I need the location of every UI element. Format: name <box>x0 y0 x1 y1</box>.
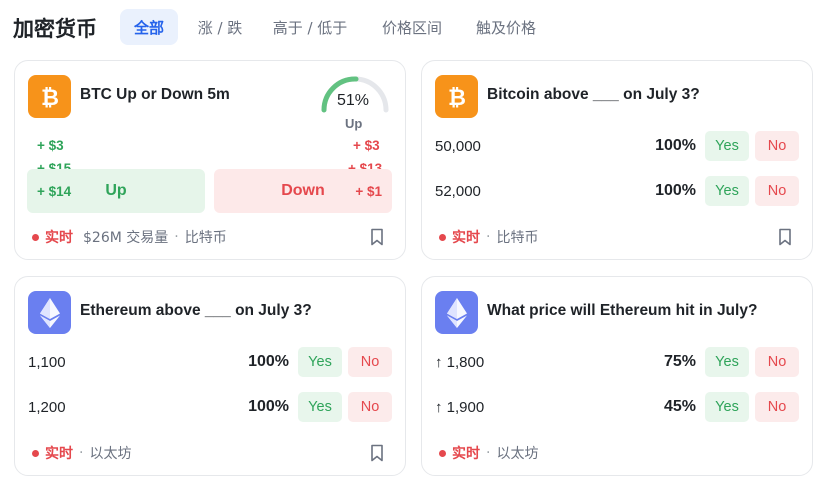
separator-dot: · <box>174 229 179 245</box>
bookmark-icon[interactable] <box>777 228 793 246</box>
card-footer: 实时 · 比特币 <box>439 227 538 247</box>
outcome-label: 52,000 <box>435 183 481 200</box>
live-dot-icon <box>439 233 446 241</box>
bitcoin-icon: ₿ <box>28 75 71 118</box>
down-button-label: Down <box>281 182 325 199</box>
down-ticker: + $3 <box>353 138 380 153</box>
header: 加密货币 全部 涨 / 跌 高于 / 低于 价格区间 触及价格 <box>0 0 825 52</box>
down-ticker: + $1 <box>355 183 382 199</box>
outcome-probability: 100% <box>655 137 696 154</box>
yes-button[interactable]: Yes <box>298 347 342 377</box>
market-title: Ethereum above ___ on July 3? <box>80 302 312 319</box>
bookmark-icon[interactable] <box>369 444 385 462</box>
up-ticker: + $14 <box>37 183 72 199</box>
tab-price-range[interactable]: 价格区间 <box>370 9 454 45</box>
live-dot-icon <box>32 449 39 457</box>
live-indicator: 实时 <box>452 230 480 246</box>
live-dot-icon <box>439 449 446 457</box>
market-title: BTC Up or Down 5m <box>80 86 230 103</box>
market-title: Bitcoin above ___ on July 3? <box>487 86 700 103</box>
category: 以太坊 <box>496 446 539 462</box>
ethereum-icon <box>28 291 71 334</box>
up-button-label: Up <box>105 182 127 199</box>
yes-button[interactable]: Yes <box>705 176 749 206</box>
no-button[interactable]: No <box>755 347 799 377</box>
tab-up-down[interactable]: 涨 / 跌 <box>188 9 252 45</box>
outcome-probability: 100% <box>655 182 696 199</box>
live-dot-icon <box>32 233 39 241</box>
no-button[interactable]: No <box>348 347 392 377</box>
card-footer: 实时 $26M 交易量 · 比特币 <box>32 227 227 247</box>
gauge-label: Up <box>345 116 363 131</box>
outcome-probability: 75% <box>663 353 696 370</box>
page-title: 加密货币 <box>13 17 97 41</box>
outcome-label: ↑ 1,800 <box>435 354 485 371</box>
no-button[interactable]: No <box>755 392 799 422</box>
yes-button[interactable]: Yes <box>705 347 749 377</box>
card-footer: 实时 · 以太坊 <box>32 443 131 463</box>
up-ticker: + $3 <box>37 138 64 153</box>
gauge-percentage: 51% <box>337 92 370 109</box>
category: 比特币 <box>184 230 227 246</box>
market-title: What price will Ethereum hit in July? <box>487 302 758 319</box>
no-button[interactable]: No <box>755 131 799 161</box>
yes-button[interactable]: Yes <box>705 392 749 422</box>
bookmark-icon[interactable] <box>369 228 385 246</box>
outcome-probability: 45% <box>663 398 696 415</box>
svg-text:₿: ₿ <box>448 86 466 110</box>
live-indicator: 实时 <box>45 230 73 246</box>
outcome-probability: 100% <box>248 353 289 370</box>
outcome-label: 1,200 <box>28 399 66 416</box>
no-button[interactable]: No <box>755 176 799 206</box>
bitcoin-icon: ₿ <box>435 75 478 118</box>
market-card-bitcoin-above[interactable]: ₿ Bitcoin above ___ on July 3? 50,000 10… <box>421 60 813 260</box>
no-button[interactable]: No <box>348 392 392 422</box>
card-footer: 实时 · 以太坊 <box>439 443 538 463</box>
market-card-ethereum-price-hit[interactable]: What price will Ethereum hit in July? ↑ … <box>421 276 813 476</box>
yes-button[interactable]: Yes <box>298 392 342 422</box>
buy-down-button[interactable]: Down + $1 <box>214 169 392 213</box>
separator-dot: · <box>486 229 491 245</box>
outcome-label: 50,000 <box>435 138 481 155</box>
market-card-btc-up-down[interactable]: ₿ BTC Up or Down 5m 51% Up + $3 + $15 + … <box>14 60 406 260</box>
tab-all[interactable]: 全部 <box>120 9 178 45</box>
tab-hit-price[interactable]: 触及价格 <box>464 9 548 45</box>
category: 以太坊 <box>89 446 132 462</box>
yes-button[interactable]: Yes <box>705 131 749 161</box>
volume: $26M 交易量 <box>83 230 169 246</box>
outcome-label: 1,100 <box>28 354 66 371</box>
buy-up-button[interactable]: + $14 Up <box>27 169 205 213</box>
outcome-probability: 100% <box>248 398 289 415</box>
market-card-ethereum-above[interactable]: Ethereum above ___ on July 3? 1,100 100%… <box>14 276 406 476</box>
svg-text:₿: ₿ <box>41 86 59 110</box>
separator-dot: · <box>486 445 491 461</box>
live-indicator: 实时 <box>45 446 73 462</box>
ethereum-icon <box>435 291 478 334</box>
category: 比特币 <box>496 230 539 246</box>
live-indicator: 实时 <box>452 446 480 462</box>
separator-dot: · <box>79 445 84 461</box>
tab-above-below[interactable]: 高于 / 低于 <box>262 9 358 45</box>
outcome-label: ↑ 1,900 <box>435 399 485 416</box>
